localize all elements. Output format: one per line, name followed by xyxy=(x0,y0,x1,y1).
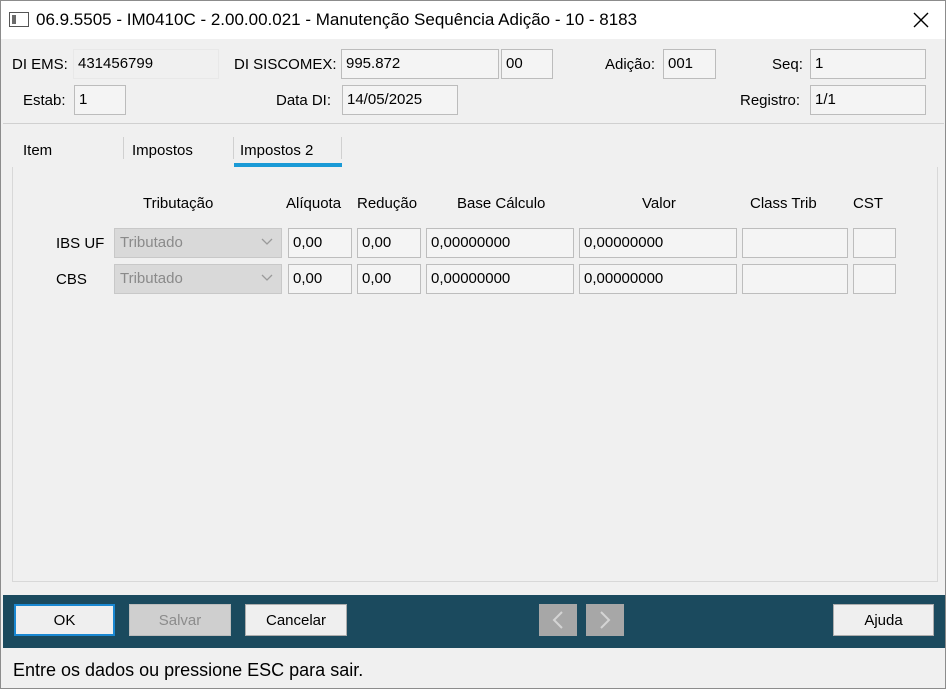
close-button[interactable] xyxy=(899,5,943,35)
chevron-down-icon xyxy=(261,274,273,281)
seq-field[interactable]: 1 xyxy=(810,49,926,79)
di-siscomex-suffix-field[interactable]: 00 xyxy=(501,49,553,79)
base-calculo-input[interactable]: 0,00000000 xyxy=(426,264,574,294)
status-message: Entre os dados ou pressione ESC para sai… xyxy=(13,660,364,680)
app-window-icon xyxy=(9,12,29,27)
di-siscomex-field[interactable]: 995.872 xyxy=(341,49,499,79)
class-trib-input[interactable] xyxy=(742,228,848,258)
previous-button[interactable] xyxy=(539,604,577,636)
reducao-input[interactable]: 0,00 xyxy=(357,264,421,294)
tab-impostos-2[interactable]: Impostos 2 xyxy=(240,142,313,159)
valor-input[interactable]: 0,00000000 xyxy=(579,264,737,294)
tab-divider xyxy=(233,137,234,159)
tab-item[interactable]: Item xyxy=(23,142,52,159)
ok-button[interactable]: OK xyxy=(14,604,115,636)
adicao-label: Adição: xyxy=(605,56,656,73)
cancelar-button[interactable]: Cancelar xyxy=(245,604,347,636)
close-icon xyxy=(913,12,929,28)
column-header-base-calculo: Base Cálculo xyxy=(457,195,546,212)
data-di-field[interactable]: 14/05/2025 xyxy=(342,85,458,115)
column-header-aliquota: Alíquota xyxy=(286,195,342,212)
column-header-reducao: Redução xyxy=(357,195,418,212)
tab-divider xyxy=(123,137,124,159)
reducao-input[interactable]: 0,00 xyxy=(357,228,421,258)
window-title: 06.9.5505 - IM0410C - 2.00.00.021 - Manu… xyxy=(36,10,638,29)
chevron-right-icon xyxy=(600,611,611,629)
salvar-button[interactable]: Salvar xyxy=(129,604,231,636)
column-header-class-trib: Class Trib xyxy=(750,195,817,212)
valor-input[interactable]: 0,00000000 xyxy=(579,228,737,258)
aliquota-input[interactable]: 0,00 xyxy=(288,264,352,294)
chevron-left-icon xyxy=(552,611,563,629)
tributacao-select-value: Tributado xyxy=(120,270,183,287)
seq-label: Seq: xyxy=(772,56,803,73)
title-bar: 06.9.5505 - IM0410C - 2.00.00.021 - Manu… xyxy=(1,1,945,39)
tributacao-select[interactable]: Tributado xyxy=(114,264,282,294)
adicao-field[interactable]: 001 xyxy=(663,49,716,79)
tab-divider xyxy=(341,137,342,159)
data-di-label: Data DI: xyxy=(276,92,332,109)
class-trib-input[interactable] xyxy=(742,264,848,294)
estab-field[interactable]: 1 xyxy=(74,85,126,115)
registro-label: Registro: xyxy=(740,92,801,109)
di-siscomex-label: DI SISCOMEX: xyxy=(234,56,337,73)
base-calculo-input[interactable]: 0,00000000 xyxy=(426,228,574,258)
column-header-valor: Valor xyxy=(642,195,676,212)
cst-input[interactable] xyxy=(853,264,896,294)
registro-field[interactable]: 1/1 xyxy=(810,85,926,115)
cst-input[interactable] xyxy=(853,228,896,258)
column-header-cst: CST xyxy=(853,195,883,212)
di-ems-field[interactable]: 431456799 xyxy=(73,49,219,79)
next-button[interactable] xyxy=(586,604,624,636)
di-ems-label: DI EMS: xyxy=(12,56,68,73)
tributacao-select-value: Tributado xyxy=(120,234,183,251)
row-label-ibs-uf: IBS UF xyxy=(56,235,105,252)
chevron-down-icon xyxy=(261,238,273,245)
tab-impostos[interactable]: Impostos xyxy=(132,142,193,159)
row-label-cbs: CBS xyxy=(56,271,87,288)
dialog-window: 06.9.5505 - IM0410C - 2.00.00.021 - Manu… xyxy=(0,0,946,689)
column-header-tributacao: Tributação xyxy=(143,195,214,212)
tributacao-select[interactable]: Tributado xyxy=(114,228,282,258)
estab-label: Estab: xyxy=(23,92,66,109)
aliquota-input[interactable]: 0,00 xyxy=(288,228,352,258)
ajuda-button[interactable]: Ajuda xyxy=(833,604,934,636)
